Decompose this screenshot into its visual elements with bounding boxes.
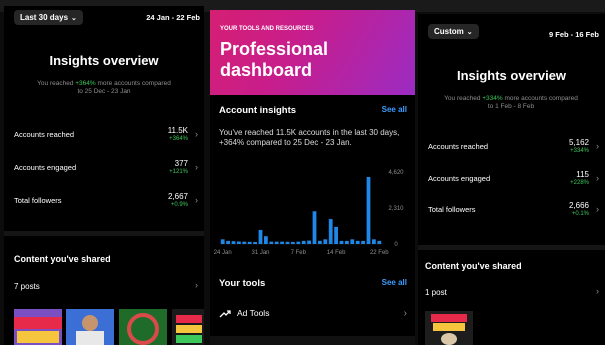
x-tick-label: 7 Feb [291, 250, 307, 256]
accounts-reached-row[interactable]: Accounts reached 11.5K +364% › [14, 126, 198, 148]
date-range-text: 9 Feb - 16 Feb [548, 30, 599, 39]
x-tick-label: 24 Jan [214, 250, 232, 256]
x-tick-label: 22 Feb [370, 250, 389, 256]
chart-bar [291, 241, 295, 244]
chart-bar [296, 241, 301, 244]
post-thumbnail[interactable] [14, 309, 62, 345]
chart-bar [280, 241, 284, 244]
chart-bar [355, 240, 360, 244]
post-thumbnail[interactable] [119, 309, 167, 345]
section-title: Content you've shared [14, 254, 111, 264]
chevron-right-icon: › [596, 173, 599, 183]
chart-bar [237, 241, 241, 244]
chart-bar [377, 240, 382, 244]
chart-bar [247, 241, 252, 244]
chart-bar [366, 176, 371, 244]
divider [418, 245, 605, 250]
chevron-right-icon: › [195, 195, 198, 205]
chevron-right-icon: › [195, 162, 198, 172]
chart-bar [339, 240, 344, 244]
page-title: Insights overview [456, 68, 567, 83]
your-tools-title: Your tools [219, 278, 266, 289]
date-range-dropdown[interactable]: Last 30 days ⌄ [14, 10, 83, 25]
chart-bar [328, 219, 333, 244]
chart-bar [269, 241, 274, 244]
chart-bar [253, 241, 257, 244]
summary-text: You reached +334% more accounts compared… [444, 95, 578, 110]
chart-bar [258, 229, 263, 244]
dropdown-label: Last 30 days [20, 13, 69, 22]
insights-panel-custom: Custom ⌄ 9 Feb - 16 Feb Insights overview… [418, 14, 605, 345]
dropdown-label: Custom [434, 27, 464, 36]
chart-bar [350, 239, 355, 244]
chevron-down-icon: ⌄ [466, 29, 473, 36]
post-thumbnail[interactable] [172, 309, 204, 345]
post-thumbnail[interactable] [66, 309, 114, 345]
account-insights-chart: 4,620 2,310 0 24 Jan 31 Jan 7 Feb 14 Feb 22 Feb [214, 170, 404, 256]
chevron-right-icon: › [596, 141, 599, 151]
chart-bar [220, 239, 225, 244]
chart-bar [372, 239, 376, 244]
x-tick-label: 14 Feb [327, 250, 346, 256]
bottom-nav-bar [210, 336, 415, 345]
see-all-tools-link[interactable]: See all [382, 278, 407, 287]
chevron-right-icon: › [195, 129, 198, 139]
chart-bar [264, 236, 268, 244]
y-tick-label: 4,620 [388, 170, 404, 176]
posts-count[interactable]: 1 post [425, 288, 447, 297]
insights-summary: You've reached 11.5K accounts in the las… [219, 128, 400, 147]
total-followers-row[interactable]: Total followers 2,666 +0.1% › [428, 201, 599, 223]
chart-bar [323, 239, 328, 244]
date-range-text: 24 Jan - 22 Feb [146, 13, 200, 22]
chevron-right-icon: › [596, 204, 599, 214]
page-title: Insights overview [49, 53, 159, 68]
chart-bar [231, 241, 236, 244]
ad-tools-item[interactable]: Ad Tools [219, 308, 269, 319]
account-insights-title: Account insights [219, 105, 297, 116]
y-tick-label: 2,310 [388, 206, 404, 212]
accounts-engaged-row[interactable]: Accounts engaged 115 +228% › [428, 170, 599, 192]
chart-bar [307, 240, 311, 244]
professional-dashboard-panel: YOUR TOOLS AND RESOURCES Professional das… [210, 10, 415, 345]
banner-title: Professional dashboard [220, 39, 329, 80]
chart-bar [345, 240, 349, 244]
banner-kicker: YOUR TOOLS AND RESOURCES [220, 26, 314, 32]
chevron-down-icon: ⌄ [71, 15, 77, 22]
chevron-right-icon[interactable]: › [404, 308, 407, 319]
chart-bar [274, 241, 279, 244]
insights-panel-30-days: Last 30 days ⌄ 24 Jan - 22 Feb Insights o… [4, 6, 204, 345]
chart-bar [226, 240, 230, 244]
post-thumbnail[interactable] [425, 311, 473, 345]
chart-bar [285, 241, 290, 244]
chart-bar [361, 240, 365, 244]
chart-bar [312, 211, 317, 244]
chart-bar [301, 240, 306, 244]
x-tick-label: 31 Jan [251, 250, 269, 256]
section-title: Content you've shared [425, 261, 522, 271]
chevron-right-icon[interactable]: › [195, 280, 198, 290]
trend-up-icon [219, 310, 231, 318]
chevron-right-icon[interactable]: › [596, 286, 599, 296]
date-range-dropdown[interactable]: Custom ⌄ [428, 24, 479, 39]
chart-bar [318, 240, 322, 244]
chart-bar [242, 241, 247, 244]
accounts-engaged-row[interactable]: Accounts engaged 377 +121% › [14, 159, 198, 181]
accounts-reached-row[interactable]: Accounts reached 5,162 +334% › [428, 138, 599, 160]
chart-bar [334, 226, 338, 244]
dashboard-banner[interactable]: YOUR TOOLS AND RESOURCES Professional das… [210, 10, 415, 95]
y-tick-label: 0 [394, 242, 398, 248]
posts-count[interactable]: 7 posts [14, 282, 40, 291]
summary-text: You reached +364% more accounts compared… [37, 80, 171, 95]
divider [4, 231, 204, 236]
total-followers-row[interactable]: Total followers 2,667 +0.9% › [14, 192, 198, 214]
see-all-insights-link[interactable]: See all [382, 105, 407, 114]
